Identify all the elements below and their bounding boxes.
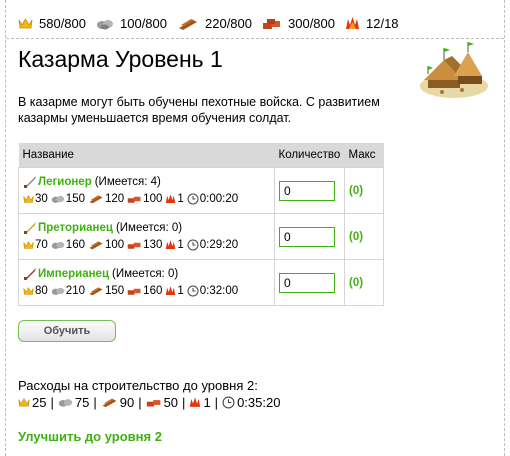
divider bbox=[6, 38, 504, 39]
quantity-input-imperian[interactable] bbox=[279, 272, 335, 293]
sword-icon bbox=[24, 176, 36, 188]
clay-icon bbox=[127, 196, 141, 203]
stone-icon bbox=[51, 287, 65, 295]
max-cell: (0) bbox=[344, 259, 384, 306]
unit-link-legionnaire[interactable]: Легионер bbox=[38, 174, 92, 191]
wood-icon bbox=[102, 398, 117, 408]
quantity-input-legionnaire[interactable] bbox=[279, 180, 335, 201]
unit-cost: 70 160 100 130 1 0:29:20 bbox=[23, 237, 270, 254]
upgrade-cost-title: Расходы на строительство до уровня 2: bbox=[18, 378, 258, 393]
header-name: Название bbox=[18, 143, 275, 168]
table-row: Преторианец (Имеется: 0) 70 160 100 130 … bbox=[18, 213, 384, 260]
resource-bar: 580/800 100/800 220/800 300/800 12/18 bbox=[18, 16, 409, 31]
resource-wood: 220/800 bbox=[177, 16, 252, 31]
clay-icon bbox=[127, 242, 141, 249]
spark-icon bbox=[166, 194, 176, 204]
clay-icon bbox=[127, 288, 141, 295]
max-cell: (0) bbox=[344, 213, 384, 260]
barracks-image bbox=[420, 42, 488, 98]
max-link[interactable]: (0) bbox=[349, 277, 363, 289]
stone-icon bbox=[58, 399, 73, 407]
spark-icon bbox=[166, 286, 176, 296]
table-header: Название Количество Макс bbox=[18, 143, 384, 168]
resource-spark: 12/18 bbox=[345, 16, 399, 31]
max-link[interactable]: (0) bbox=[349, 231, 363, 243]
sword-icon bbox=[24, 268, 36, 280]
spark-icon bbox=[190, 397, 201, 407]
upgrade-link[interactable]: Улучшить до уровня 2 bbox=[18, 429, 162, 444]
crown-icon bbox=[23, 195, 34, 203]
unit-cell: Империанец (Имеется: 0) 80 210 150 160 1 bbox=[18, 259, 275, 306]
wood-icon bbox=[89, 241, 103, 250]
resource-clay: 300/800 bbox=[262, 16, 335, 31]
table-row: Империанец (Имеется: 0) 80 210 150 160 1 bbox=[18, 259, 384, 306]
clock-icon bbox=[187, 239, 199, 251]
crown-icon bbox=[23, 241, 34, 249]
clay-icon bbox=[146, 400, 160, 407]
building-description: В казарме могут быть обучены пехотные во… bbox=[18, 95, 380, 125]
page-title: Казарма Уровень 1 bbox=[18, 46, 223, 72]
clay-icon bbox=[263, 18, 280, 29]
quantity-cell bbox=[274, 259, 345, 306]
stone-icon bbox=[51, 241, 65, 249]
header-quantity: Количество bbox=[274, 143, 345, 168]
wood-icon bbox=[89, 287, 103, 296]
wood-icon bbox=[179, 18, 197, 30]
unit-owned: (Имеется: 0) bbox=[112, 267, 179, 280]
max-cell: (0) bbox=[344, 167, 384, 214]
train-button[interactable]: Обучить bbox=[18, 320, 116, 342]
clock-icon bbox=[222, 396, 235, 409]
page-frame: 580/800 100/800 220/800 300/800 12/18 Ка… bbox=[5, 0, 505, 456]
unit-cell: Легионер (Имеется: 4) 30 150 120 100 1 0… bbox=[18, 167, 275, 214]
units-table: Название Количество Макс Легионер (Имеет… bbox=[18, 143, 384, 306]
resource-stone: 100/800 bbox=[96, 16, 167, 31]
spark-icon bbox=[346, 17, 359, 29]
unit-cell: Преторианец (Имеется: 0) 70 160 100 130 … bbox=[18, 213, 275, 260]
quantity-cell bbox=[274, 213, 345, 260]
max-link[interactable]: (0) bbox=[349, 185, 363, 197]
resource-crown: 580/800 bbox=[18, 16, 86, 31]
quantity-cell bbox=[274, 167, 345, 214]
upgrade-cost: 25 | 75 | 90 | 50 | 1 | 0:35:20 bbox=[18, 395, 284, 410]
unit-cost: 30 150 120 100 1 0:00:20 bbox=[23, 191, 270, 208]
unit-link-imperian[interactable]: Империанец bbox=[38, 266, 109, 283]
stone-icon bbox=[51, 195, 65, 203]
unit-cost: 80 210 150 160 1 0:32:00 bbox=[23, 283, 270, 300]
crown-icon bbox=[23, 287, 34, 295]
unit-owned: (Имеется: 0) bbox=[115, 221, 183, 234]
sword-icon bbox=[24, 222, 36, 234]
crown-icon bbox=[18, 18, 33, 29]
header-max: Макс bbox=[344, 143, 384, 168]
quantity-input-praetorian[interactable] bbox=[279, 226, 335, 247]
stone-icon bbox=[97, 19, 113, 29]
crown-icon bbox=[18, 398, 30, 407]
spark-icon bbox=[166, 240, 176, 250]
clock-icon bbox=[187, 285, 199, 297]
unit-owned: (Имеется: 4) bbox=[94, 175, 161, 188]
wood-icon bbox=[89, 195, 103, 204]
unit-link-praetorian[interactable]: Преторианец bbox=[38, 220, 113, 237]
clock-icon bbox=[187, 193, 199, 205]
table-row: Легионер (Имеется: 4) 30 150 120 100 1 0… bbox=[18, 167, 384, 214]
